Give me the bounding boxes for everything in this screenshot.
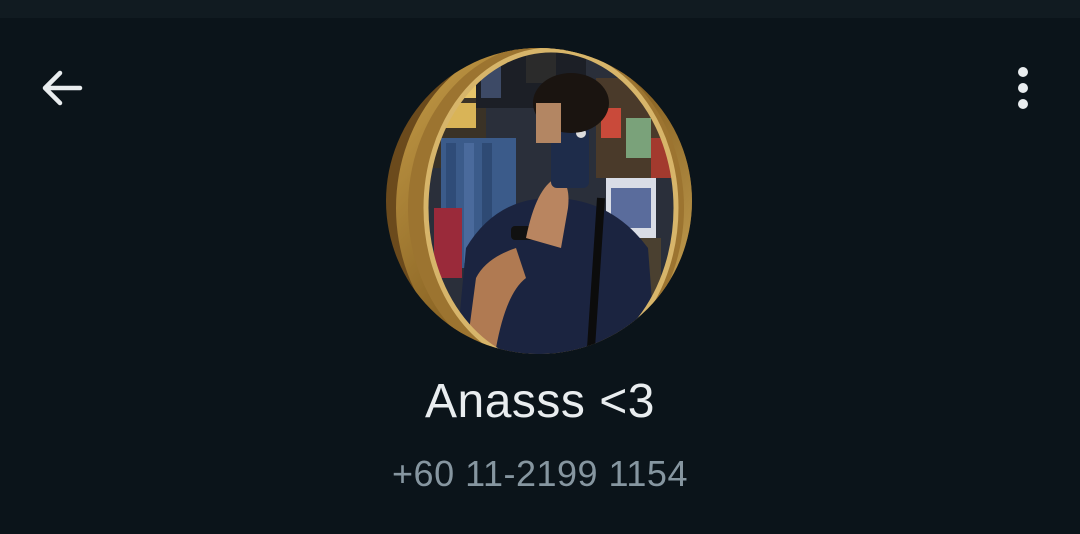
contact-phone-number: +60 11-2199 1154 [392,453,688,494]
contact-name: Anasss <3 [425,375,655,428]
more-vertical-icon [1017,66,1029,115]
arrow-left-icon [40,68,84,113]
more-options-button[interactable] [996,62,1050,118]
profile-photo-image [386,48,692,354]
profile-photo[interactable] [386,48,692,354]
contact-info-screen: Anasss <3 +60 11-2199 1154 [0,0,1080,534]
status-bar [0,0,1080,18]
back-button[interactable] [30,62,94,118]
